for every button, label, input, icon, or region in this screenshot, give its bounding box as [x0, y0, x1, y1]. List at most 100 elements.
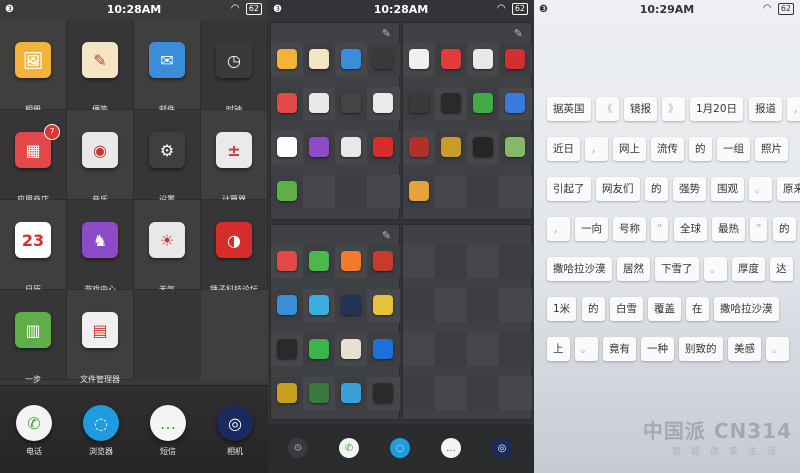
word-token[interactable]: 引起了 — [547, 177, 591, 201]
app-mini-icon[interactable] — [309, 251, 329, 271]
app-mini-icon[interactable] — [473, 137, 493, 157]
app-mini-icon[interactable] — [277, 49, 297, 69]
app-tile[interactable]: ⚙设置 — [134, 110, 201, 204]
word-token[interactable]: 1月20日 — [690, 97, 744, 121]
word-token[interactable]: 美感 — [728, 337, 761, 361]
app-mini-icon[interactable] — [309, 49, 329, 69]
phone-icon[interactable]: ✆ — [339, 438, 359, 458]
word-token[interactable]: 网上 — [613, 137, 646, 161]
messages-icon[interactable]: … — [150, 405, 186, 441]
app-mini-icon[interactable] — [373, 137, 393, 157]
word-token[interactable]: 据英国 — [547, 97, 591, 121]
word-token[interactable]: 镜报 — [624, 97, 657, 121]
app-tile[interactable]: ▥ 一步 — [0, 290, 67, 384]
app-mini-icon[interactable] — [373, 49, 393, 69]
app-tile[interactable]: ▤ 文件管理器 — [67, 290, 134, 384]
app-mini-icon[interactable] — [341, 251, 361, 271]
word-token[interactable]: 撒哈拉沙漠 — [547, 257, 612, 281]
word-token[interactable]: 原来 — [777, 177, 800, 201]
folder-group[interactable]: ✎ — [402, 22, 532, 220]
app-mini-icon[interactable] — [373, 251, 393, 271]
word-token[interactable]: 下雪了 — [655, 257, 699, 281]
camera-icon[interactable]: ◎ — [492, 438, 512, 458]
edit-pencil-icon[interactable]: ✎ — [382, 229, 391, 242]
word-token[interactable]: 竟有 — [603, 337, 636, 361]
app-mini-icon[interactable] — [473, 93, 493, 113]
word-token[interactable]: 一组 — [717, 137, 750, 161]
app-mini-icon[interactable] — [409, 181, 429, 201]
word-token[interactable]: 照片 — [755, 137, 788, 161]
app-tile[interactable]: ✎便签 — [67, 20, 134, 114]
app-mini-icon[interactable] — [277, 251, 297, 271]
word-token[interactable]: 的 — [582, 297, 605, 321]
app-mini-icon[interactable] — [309, 295, 329, 315]
app-mini-icon[interactable] — [277, 295, 297, 315]
word-token[interactable]: 《 — [596, 97, 619, 121]
app-mini-icon[interactable] — [309, 93, 329, 113]
app-tile[interactable]: ◷时钟 — [201, 20, 268, 114]
camera-icon[interactable]: ◎ — [217, 405, 253, 441]
word-token[interactable]: 号称 — [613, 217, 646, 241]
word-token[interactable]: “ — [651, 217, 669, 241]
app-mini-icon[interactable] — [341, 137, 361, 157]
messages-icon[interactable]: … — [441, 438, 461, 458]
word-token[interactable]: 强势 — [673, 177, 706, 201]
app-mini-icon[interactable] — [505, 49, 525, 69]
app-tile[interactable]: ☀天气 — [134, 200, 201, 294]
app-mini-icon[interactable] — [309, 339, 329, 359]
browser-icon[interactable]: ◌ — [390, 438, 410, 458]
folder-group[interactable] — [402, 224, 532, 420]
word-token[interactable]: 居然 — [617, 257, 650, 281]
word-token[interactable]: 一向 — [575, 217, 608, 241]
app-mini-icon[interactable] — [341, 383, 361, 403]
word-token[interactable]: 的 — [689, 137, 712, 161]
app-mini-icon[interactable] — [373, 295, 393, 315]
app-mini-icon[interactable] — [409, 49, 429, 69]
app-tile[interactable]: ◑锤子科技论坛 — [201, 200, 268, 294]
app-tile[interactable]: ▦7应用商店 — [0, 110, 67, 204]
phone-icon[interactable]: ✆ — [16, 405, 52, 441]
app-mini-icon[interactable] — [373, 93, 393, 113]
word-token[interactable]: 。 — [575, 337, 598, 361]
app-mini-icon[interactable] — [341, 295, 361, 315]
app-tile[interactable]: ±计算器 — [201, 110, 268, 204]
word-token[interactable]: 的 — [773, 217, 796, 241]
word-token[interactable]: 厚度 — [732, 257, 765, 281]
app-mini-icon[interactable] — [341, 49, 361, 69]
word-token[interactable]: 1米 — [547, 297, 577, 321]
word-token[interactable]: ” — [750, 217, 768, 241]
word-token[interactable]: 上 — [547, 337, 570, 361]
app-mini-icon[interactable] — [441, 137, 461, 157]
word-token[interactable]: 在 — [686, 297, 709, 321]
word-token[interactable]: ， — [787, 97, 800, 121]
word-token[interactable]: 》 — [662, 97, 685, 121]
word-token[interactable]: 。 — [766, 337, 789, 361]
app-mini-icon[interactable] — [277, 181, 297, 201]
app-mini-icon[interactable] — [409, 137, 429, 157]
app-tile[interactable]: ◉音乐 — [67, 110, 134, 204]
word-token[interactable]: 近日 — [547, 137, 580, 161]
word-token[interactable]: 全球 — [674, 217, 707, 241]
word-token[interactable]: 达 — [770, 257, 793, 281]
app-mini-icon[interactable] — [441, 93, 461, 113]
app-mini-icon[interactable] — [277, 383, 297, 403]
app-mini-icon[interactable] — [341, 339, 361, 359]
app-mini-icon[interactable] — [341, 93, 361, 113]
app-mini-icon[interactable] — [373, 339, 393, 359]
word-token[interactable]: 覆盖 — [648, 297, 681, 321]
edit-pencil-icon[interactable]: ✎ — [382, 27, 391, 40]
app-mini-icon[interactable] — [277, 93, 297, 113]
settings-icon[interactable]: ⚙ — [288, 438, 308, 458]
app-tile[interactable]: ✉邮件 — [134, 20, 201, 114]
app-mini-icon[interactable] — [441, 49, 461, 69]
word-token[interactable]: 白雪 — [610, 297, 643, 321]
app-mini-icon[interactable] — [309, 137, 329, 157]
word-token[interactable]: 一种 — [641, 337, 674, 361]
app-tile[interactable]: ♞游戏中心 — [67, 200, 134, 294]
word-token[interactable]: ， — [547, 217, 570, 241]
edit-pencil-icon[interactable]: ✎ — [514, 27, 523, 40]
word-token[interactable]: 流传 — [651, 137, 684, 161]
word-token[interactable]: 网友们 — [596, 177, 640, 201]
word-token[interactable]: ， — [585, 137, 608, 161]
app-mini-icon[interactable] — [277, 137, 297, 157]
